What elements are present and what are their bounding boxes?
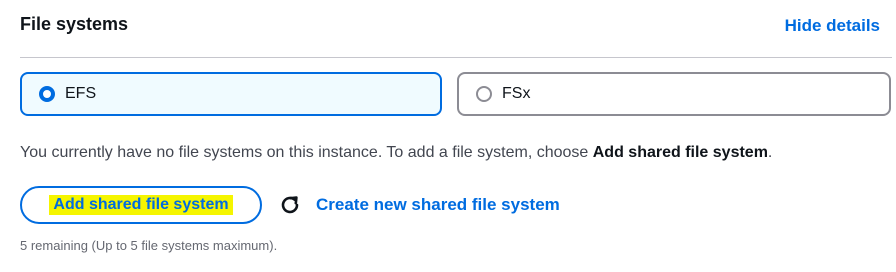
add-shared-file-system-label: Add shared file system <box>49 195 233 215</box>
actions-row: Add shared file system Create new shared… <box>20 185 560 225</box>
message-text: You currently have no file systems on th… <box>20 144 593 161</box>
fsx-option-label: FSx <box>502 85 531 102</box>
hide-details-link[interactable]: Hide details <box>785 16 880 36</box>
efs-radio-selected-icon[interactable] <box>39 86 55 102</box>
fsx-radio-unselected-icon[interactable] <box>476 86 492 102</box>
no-file-systems-message: You currently have no file systems on th… <box>20 144 772 162</box>
efs-option-label: EFS <box>65 85 97 102</box>
message-emphasis: Add shared file system <box>592 144 768 161</box>
fsx-option-tile[interactable]: FSx <box>457 72 891 116</box>
header-divider <box>20 57 892 58</box>
file-systems-panel: File systems Hide details EFS FSx You cu… <box>0 0 896 272</box>
refresh-icon[interactable] <box>279 194 301 216</box>
message-suffix: . <box>767 144 773 161</box>
remaining-count-text: 5 remaining (Up to 5 file systems maximu… <box>20 238 278 253</box>
file-system-type-selector: EFS FSx <box>20 72 892 120</box>
refresh-icon-glyph <box>281 196 299 214</box>
panel-header: File systems Hide details <box>20 0 880 58</box>
add-shared-file-system-button[interactable]: Add shared file system <box>20 186 262 224</box>
create-new-shared-file-system-link[interactable]: Create new shared file system <box>316 195 560 215</box>
panel-title: File systems <box>20 13 129 34</box>
efs-option-tile[interactable]: EFS <box>20 72 442 116</box>
